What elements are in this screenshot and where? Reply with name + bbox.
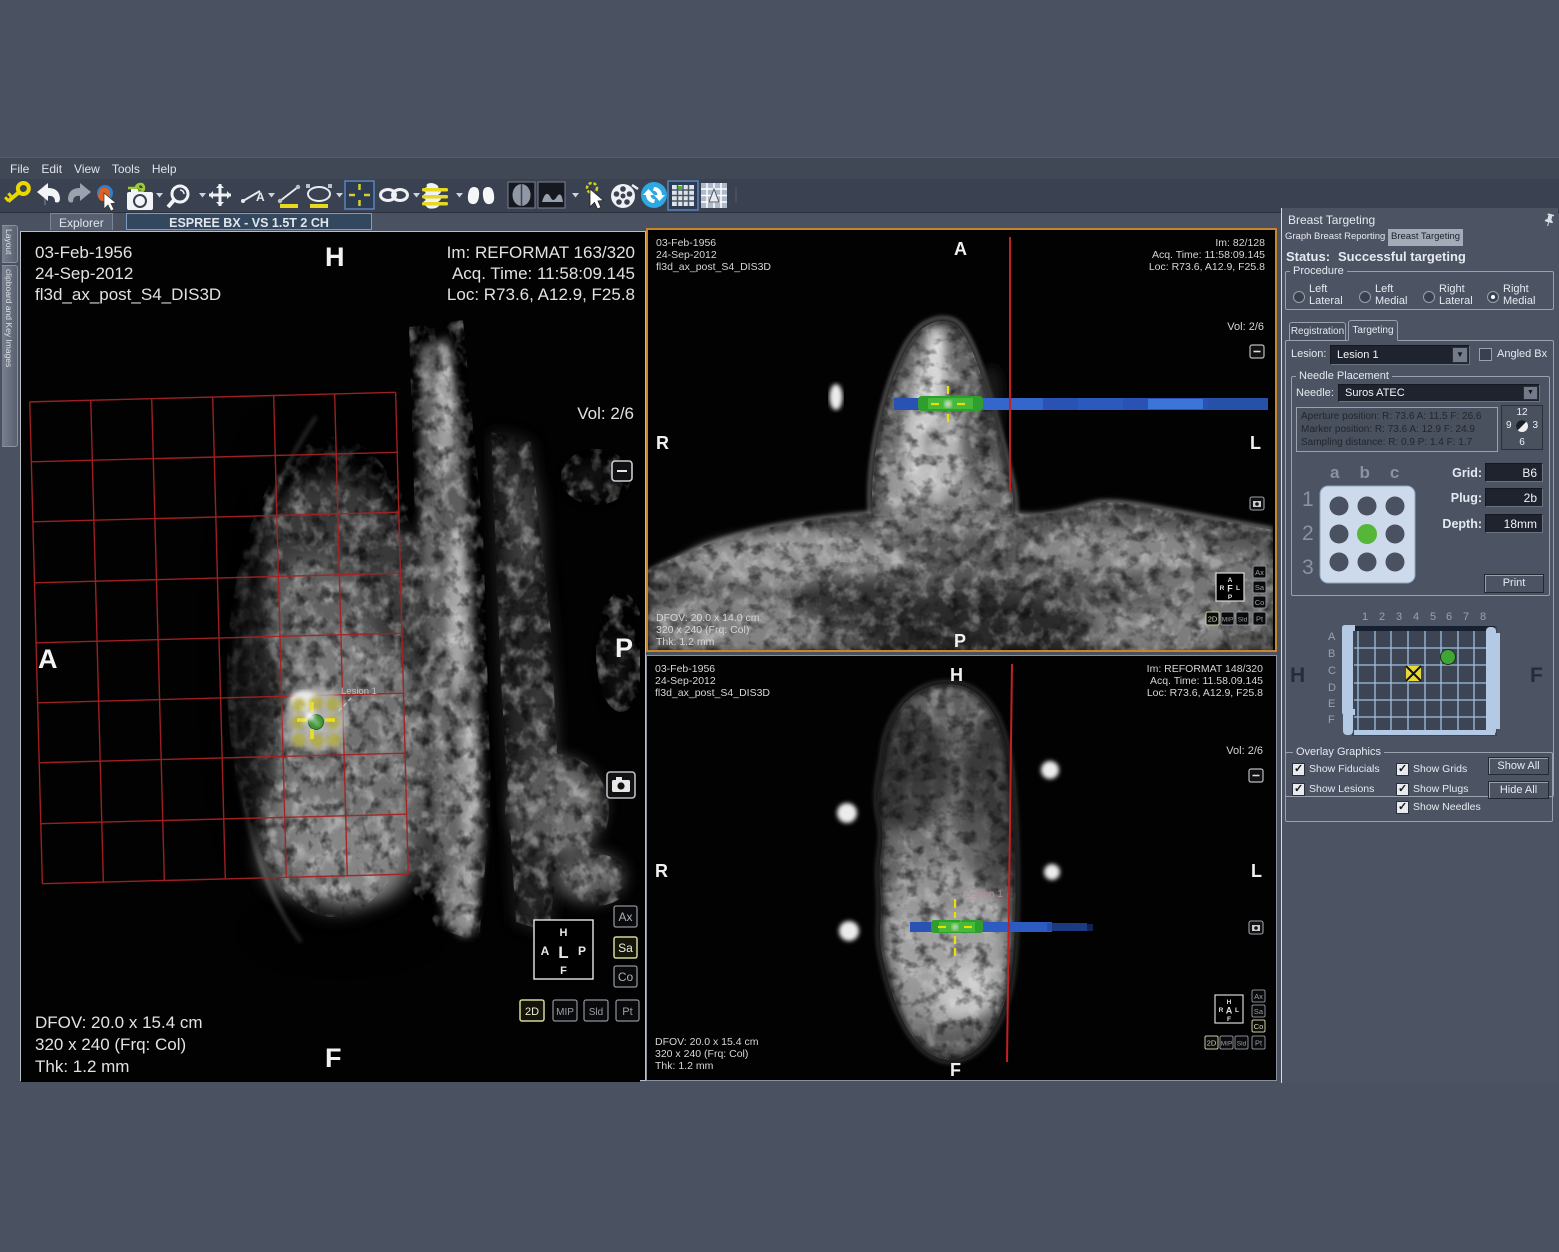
svg-text:A: A <box>1328 631 1336 643</box>
svg-text:7: 7 <box>1463 611 1469 623</box>
svg-text:Loc: R73.6, A12.9, F25.8: Loc: R73.6, A12.9, F25.8 <box>1149 261 1265 273</box>
svg-text:03-Feb-1956: 03-Feb-1956 <box>35 243 132 262</box>
svg-text:H: H <box>950 665 963 685</box>
svg-text:Sa: Sa <box>618 941 633 955</box>
svg-text:H: H <box>325 242 345 272</box>
svg-text:Ax: Ax <box>1255 568 1264 577</box>
svg-text:Acq. Time: 11.58.09.145: Acq. Time: 11.58.09.145 <box>1150 675 1263 687</box>
svg-text:Pt: Pt <box>622 1006 632 1018</box>
svg-text:3: 3 <box>1396 611 1402 623</box>
svg-text:8: 8 <box>1480 611 1486 623</box>
svg-text:H: H <box>560 927 568 939</box>
svg-text:A: A <box>1226 1006 1233 1016</box>
svg-text:fl3d_ax_post_S4_DIS3D: fl3d_ax_post_S4_DIS3D <box>35 285 221 304</box>
svg-text:L: L <box>1236 585 1240 592</box>
svg-text:24-Sep-2012: 24-Sep-2012 <box>35 264 133 283</box>
svg-text:F: F <box>560 965 567 977</box>
svg-text:5: 5 <box>1430 611 1436 623</box>
svg-text:C: C <box>1328 665 1336 677</box>
svg-text:6: 6 <box>1446 611 1452 623</box>
svg-text:Loc: R73.6, A12.9, F25.8: Loc: R73.6, A12.9, F25.8 <box>1147 687 1263 699</box>
svg-text:Im: REFORMAT 163/320: Im: REFORMAT 163/320 <box>447 243 635 262</box>
svg-text:DFOV: 20.0 x 15.4 cm: DFOV: 20.0 x 15.4 cm <box>655 1036 759 1048</box>
svg-text:Ax: Ax <box>1254 992 1263 1001</box>
svg-text:A: A <box>954 239 967 259</box>
svg-text:P: P <box>1228 594 1233 601</box>
svg-text:fl3d_ax_post_S4_DIS3D: fl3d_ax_post_S4_DIS3D <box>655 687 770 699</box>
svg-text:P: P <box>954 631 966 650</box>
svg-text:320 x 240 (Frq: Col): 320 x 240 (Frq: Col) <box>656 624 749 636</box>
svg-text:Co: Co <box>1254 1022 1264 1031</box>
svg-text:Acq. Time: 11:58:09.145: Acq. Time: 11:58:09.145 <box>1152 249 1265 261</box>
svg-text:P: P <box>578 944 586 958</box>
svg-text:Sld: Sld <box>1237 1041 1247 1048</box>
svg-text:A: A <box>256 190 265 204</box>
svg-text:DFOV: 20.0 x 14.0 cm: DFOV: 20.0 x 14.0 cm <box>656 612 760 624</box>
svg-text:L: L <box>1250 433 1261 453</box>
svg-text:E: E <box>1328 698 1335 710</box>
svg-text:F: F <box>950 1060 961 1080</box>
svg-text:2D: 2D <box>525 1006 539 1018</box>
svg-text:Acq. Time: 11:58:09.145: Acq. Time: 11:58:09.145 <box>452 264 635 283</box>
svg-text:P: P <box>615 633 633 663</box>
svg-text:A: A <box>38 644 58 674</box>
svg-text:L: L <box>558 943 568 962</box>
svg-text:Sld: Sld <box>589 1007 603 1018</box>
svg-text:Lesion 1: Lesion 1 <box>341 686 377 697</box>
svg-text:1: 1 <box>1362 611 1368 623</box>
svg-text:F: F <box>1227 584 1233 594</box>
svg-text:Ax: Ax <box>618 910 632 924</box>
svg-text:MIP: MIP <box>556 1007 574 1018</box>
svg-text:Thk: 1.2 mm: Thk: 1.2 mm <box>656 636 715 648</box>
svg-text:Pt: Pt <box>1256 615 1264 624</box>
svg-text:DFOV: 20.0 x 15.4 cm: DFOV: 20.0 x 15.4 cm <box>35 1013 203 1032</box>
svg-text:2D: 2D <box>1207 1039 1217 1048</box>
svg-text:Thk: 1.2 mm: Thk: 1.2 mm <box>35 1057 129 1076</box>
svg-text:Sa: Sa <box>1254 1007 1264 1016</box>
svg-text:03-Feb-1956: 03-Feb-1956 <box>655 663 715 675</box>
svg-text:24-Sep-2012: 24-Sep-2012 <box>655 675 716 687</box>
svg-text:H: H <box>1290 664 1305 687</box>
svg-text:R: R <box>1219 1007 1224 1014</box>
svg-text:R: R <box>656 433 669 453</box>
svg-text:D: D <box>1328 682 1336 694</box>
svg-text:R: R <box>655 861 668 881</box>
svg-text:320 x 240 (Frq: Col): 320 x 240 (Frq: Col) <box>35 1035 186 1054</box>
svg-text:Co: Co <box>618 970 634 984</box>
svg-text:24-Sep-2012: 24-Sep-2012 <box>656 249 717 261</box>
svg-text:2: 2 <box>1379 611 1385 623</box>
svg-text:Vol: 2/6: Vol: 2/6 <box>577 404 634 423</box>
svg-text:Pt: Pt <box>1255 1039 1263 1048</box>
svg-text:Im: REFORMAT 148/320: Im: REFORMAT 148/320 <box>1147 663 1263 675</box>
svg-text:R: R <box>1220 585 1225 592</box>
svg-text:320 x 240 (Frq: Col): 320 x 240 (Frq: Col) <box>655 1048 748 1060</box>
svg-text:Vol: 2/6: Vol: 2/6 <box>1226 745 1263 757</box>
svg-text:Loc: R73.6, A12.9, F25.8: Loc: R73.6, A12.9, F25.8 <box>447 285 635 304</box>
svg-text:Thk: 1.2 mm: Thk: 1.2 mm <box>655 1060 714 1072</box>
svg-text:Sa: Sa <box>1255 583 1265 592</box>
svg-text:Lesion 1: Lesion 1 <box>965 889 1003 900</box>
svg-text:Sld: Sld <box>1238 617 1248 624</box>
svg-text:L: L <box>1235 1007 1239 1014</box>
svg-text:L: L <box>1251 861 1262 881</box>
svg-text:F: F <box>1530 664 1543 687</box>
svg-text:fl3d_ax_post_S4_DIS3D: fl3d_ax_post_S4_DIS3D <box>656 261 771 273</box>
svg-text:Co: Co <box>1255 598 1265 607</box>
svg-text:4: 4 <box>1413 611 1419 623</box>
svg-text:F: F <box>1328 714 1335 726</box>
svg-text:MIP: MIP <box>1222 617 1234 624</box>
svg-text:F: F <box>325 1043 342 1073</box>
svg-text:B: B <box>1328 648 1335 660</box>
svg-text:MIP: MIP <box>1221 1041 1233 1048</box>
svg-text:F: F <box>1227 1016 1231 1023</box>
svg-text:03-Feb-1956: 03-Feb-1956 <box>656 237 716 249</box>
svg-text:Im: 82/128: Im: 82/128 <box>1215 237 1265 249</box>
svg-text:2D: 2D <box>1208 615 1218 624</box>
svg-text:A: A <box>541 944 550 958</box>
svg-text:Vol: 2/6: Vol: 2/6 <box>1227 321 1264 333</box>
